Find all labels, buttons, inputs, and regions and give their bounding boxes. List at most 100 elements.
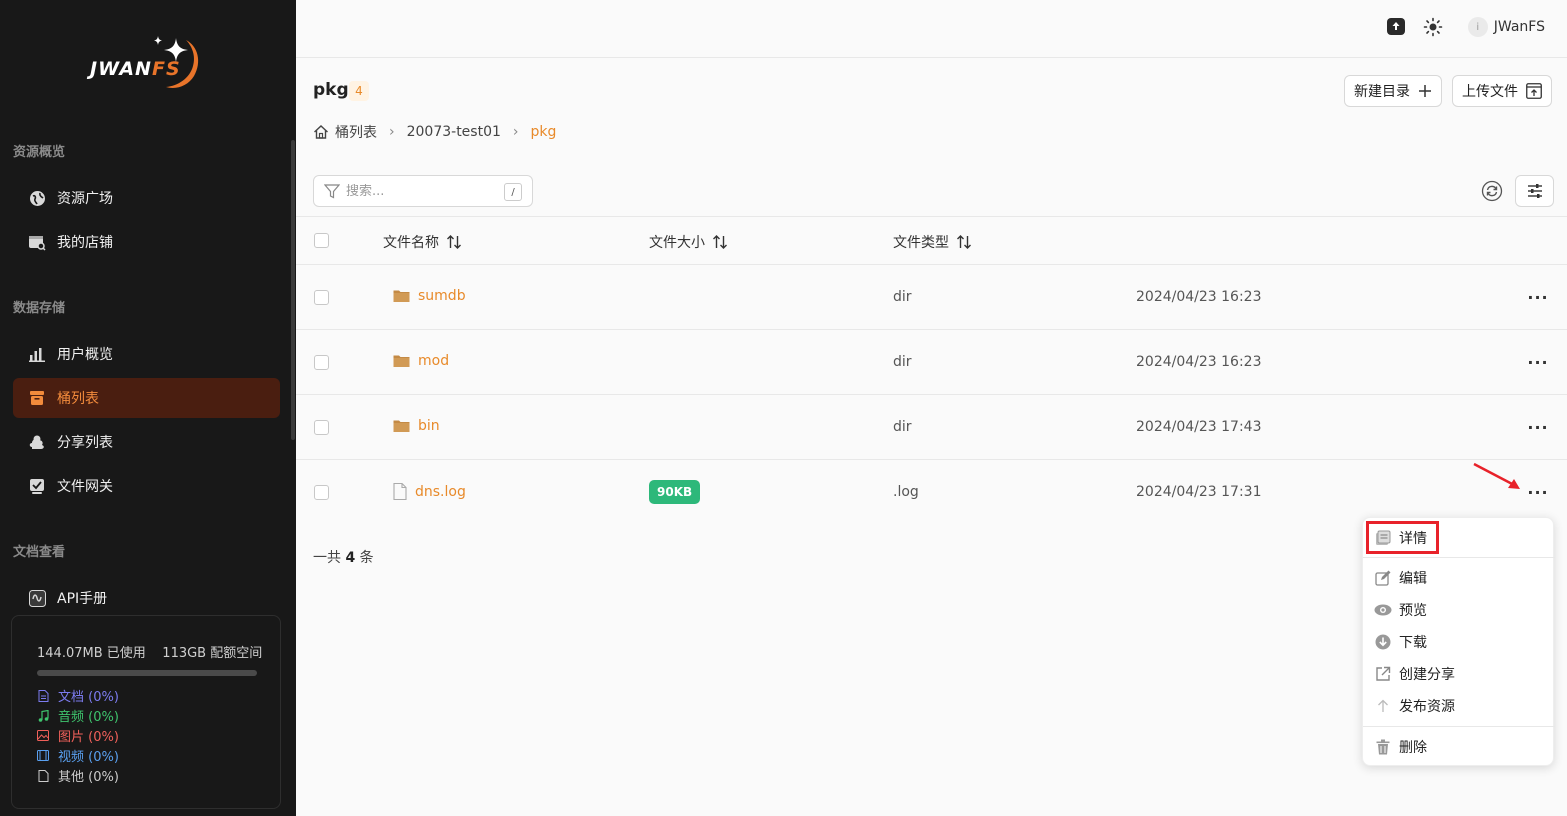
more-actions-icon[interactable]: ···: [1526, 417, 1550, 437]
section-title-docs: 文档查看: [13, 545, 66, 560]
file-date: 2024/04/23 17:43: [1136, 419, 1262, 435]
arrow-up-icon: [1373, 697, 1393, 715]
row-checkbox[interactable]: [314, 290, 329, 305]
storage-used: 144.07MB 已使用: [37, 646, 146, 661]
logo[interactable]: JWANFS: [90, 32, 210, 96]
menu-item-publish-resource[interactable]: 发布资源: [1373, 696, 1455, 716]
storage-usage-text: 144.07MB 已使用 113GB 配额空间: [37, 642, 262, 661]
menu-divider: [1363, 557, 1555, 558]
column-settings-button[interactable]: [1515, 175, 1554, 207]
table-row[interactable]: sumdb dir 2024/04/23 16:23 ···: [296, 265, 1567, 330]
search-shortcut-key: /: [504, 183, 522, 201]
music-icon: [37, 709, 49, 722]
upload-file-button[interactable]: 上传文件: [1452, 75, 1552, 107]
total-count: 一共 4 条: [313, 550, 374, 566]
storage-progress-bar: [37, 670, 257, 676]
column-header-name[interactable]: 文件名称: [383, 232, 462, 252]
menu-divider: [1363, 726, 1555, 727]
select-all-checkbox[interactable]: [314, 233, 329, 248]
table-header: 文件名称 文件大小 文件类型: [296, 216, 1567, 265]
column-header-size[interactable]: 文件大小: [649, 232, 728, 252]
sort-icon: [446, 234, 462, 250]
sidebar-item-api-manual[interactable]: API手册: [13, 578, 280, 618]
file-type: dir: [893, 419, 912, 435]
table-row[interactable]: bin dir 2024/04/23 17:43 ···: [296, 395, 1567, 460]
sort-icon: [956, 234, 972, 250]
row-checkbox[interactable]: [314, 420, 329, 435]
sidebar-item-file-gateway[interactable]: 文件网关: [13, 466, 280, 506]
breadcrumb: 桶列表 › 20073-test01 › pkg: [313, 122, 556, 142]
folder-icon: [393, 289, 410, 303]
breadcrumb-current: pkg: [530, 124, 557, 140]
sidebar-item-bucket-list[interactable]: 桶列表: [13, 378, 280, 418]
sidebar-item-label: 资源广场: [57, 191, 113, 207]
column-header-type[interactable]: 文件类型: [893, 232, 972, 252]
table-row[interactable]: mod dir 2024/04/23 16:23 ···: [296, 330, 1567, 395]
menu-item-download[interactable]: 下载: [1373, 632, 1427, 652]
cloud-share-icon: [28, 433, 46, 451]
row-checkbox[interactable]: [314, 355, 329, 370]
upload-icon: [1526, 83, 1542, 99]
more-actions-icon[interactable]: ···: [1526, 352, 1550, 372]
sidebar: JWANFS 资源概览 资源广场 我的店铺 数据存储 用户概览 桶列表 分享列表…: [0, 0, 296, 816]
section-title-overview: 资源概览: [13, 145, 66, 160]
context-menu: 详情 编辑 预览 下载 创建分享 发布资源 删除: [1362, 517, 1555, 766]
gateway-icon: [28, 477, 46, 495]
avatar: i: [1467, 17, 1488, 37]
menu-item-create-share[interactable]: 创建分享: [1373, 664, 1455, 684]
menu-item-preview[interactable]: 预览: [1373, 600, 1427, 620]
globe-icon: [28, 189, 46, 207]
row-checkbox[interactable]: [314, 485, 329, 500]
sidebar-item-share-list[interactable]: 分享列表: [13, 422, 280, 462]
new-directory-button[interactable]: 新建目录: [1344, 75, 1442, 107]
chevron-right-icon: ›: [389, 124, 395, 140]
username: JWanFS: [1493, 19, 1545, 35]
page-title: pkg: [313, 80, 349, 100]
legend-video: 视频 (0%): [37, 746, 119, 765]
file-date: 2024/04/23 16:23: [1136, 289, 1262, 305]
file-type: dir: [893, 354, 912, 370]
edit-icon: [1373, 569, 1393, 587]
menu-item-delete[interactable]: 删除: [1373, 737, 1427, 757]
sidebar-item-user-overview[interactable]: 用户概览: [13, 334, 280, 374]
sliders-icon: [1527, 184, 1543, 198]
image-icon: [37, 730, 49, 742]
download-icon: [1373, 633, 1393, 651]
legend-documents: 文档 (0%): [37, 686, 119, 705]
annotation-arrow-icon: [1473, 462, 1520, 489]
storage-quota: 113GB 配额空间: [162, 646, 263, 661]
folder-icon: [393, 419, 410, 433]
file-icon: [37, 769, 49, 782]
file-name[interactable]: bin: [393, 418, 440, 434]
sidebar-item-resource-plaza[interactable]: 资源广场: [13, 178, 280, 218]
upload-tray-icon[interactable]: [1387, 18, 1405, 35]
file-name[interactable]: mod: [393, 353, 449, 369]
chevron-right-icon: ›: [512, 124, 519, 140]
search-input[interactable]: [346, 183, 496, 199]
home-icon[interactable]: [313, 124, 329, 140]
sidebar-item-my-store[interactable]: 我的店铺: [13, 222, 280, 262]
file-date: 2024/04/23 17:31: [1136, 484, 1262, 500]
sidebar-item-label: 用户概览: [57, 347, 113, 363]
folder-icon: [393, 354, 410, 368]
file-name[interactable]: sumdb: [393, 288, 466, 304]
sidebar-scrollbar[interactable]: [291, 140, 295, 440]
legend-images: 图片 (0%): [37, 726, 119, 745]
file-name[interactable]: dns.log: [393, 483, 466, 500]
filter-icon: [324, 183, 340, 199]
more-actions-icon[interactable]: ···: [1526, 287, 1550, 307]
breadcrumb-bucket[interactable]: 20073-test01: [407, 124, 501, 140]
table-row[interactable]: dns.log 90KB .log 2024/04/23 17:31 ···: [296, 460, 1567, 525]
file-type: .log: [893, 484, 919, 500]
sun-icon[interactable]: [1423, 17, 1443, 37]
sidebar-item-label: 分享列表: [57, 435, 113, 451]
sidebar-item-label: 桶列表: [57, 391, 99, 407]
menu-item-edit[interactable]: 编辑: [1373, 568, 1427, 588]
refresh-icon[interactable]: [1481, 180, 1503, 202]
video-icon: [37, 750, 49, 762]
section-title-storage: 数据存储: [13, 301, 66, 316]
user-menu[interactable]: i JWanFS: [1467, 17, 1545, 37]
legend-audio: 音频 (0%): [37, 706, 119, 725]
trash-icon: [1373, 738, 1393, 756]
breadcrumb-bucket-list[interactable]: 桶列表: [335, 122, 377, 142]
